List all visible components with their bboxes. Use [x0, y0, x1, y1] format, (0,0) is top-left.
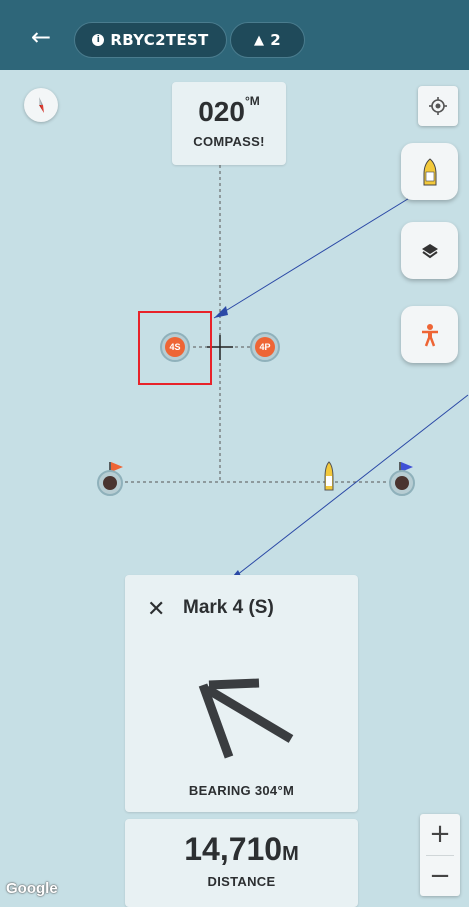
- info-icon: i: [92, 34, 105, 46]
- participants-count: 2: [270, 31, 282, 49]
- people-icon: ▲: [253, 32, 265, 48]
- heading-value: 020°M: [198, 94, 260, 127]
- bearing-label: BEARING 304°M: [188, 783, 295, 798]
- target-navigation-card: ✕ Mark 4 (S) BEARING 304°M: [125, 575, 358, 812]
- person-overboard-icon: [421, 323, 438, 346]
- layers-button[interactable]: [401, 222, 458, 279]
- heading-label: COMPASS!: [193, 134, 265, 149]
- mark-4p-label: 4P: [255, 337, 275, 357]
- target-title: Mark 4 (S): [183, 597, 274, 618]
- annotation-arrow-2: [227, 394, 469, 583]
- mark-4s[interactable]: 4S: [160, 332, 190, 362]
- boat-view-button[interactable]: [401, 143, 458, 200]
- boat-icon: [423, 157, 436, 185]
- close-icon[interactable]: ✕: [147, 597, 167, 622]
- participants-pill[interactable]: ▲ 2: [230, 22, 305, 58]
- compass-needle-icon: [39, 97, 44, 113]
- heading-card: 020°M COMPASS!: [172, 82, 286, 165]
- mark-4p[interactable]: 4P: [250, 332, 280, 362]
- zoom-out-button[interactable]: −: [420, 856, 460, 897]
- top-app-bar: ← i RBYC2TEST ▲ 2: [0, 0, 469, 70]
- start-pin-right[interactable]: [389, 470, 415, 496]
- mark-4s-label: 4S: [165, 337, 185, 357]
- crosshair-location-icon: [429, 97, 447, 115]
- session-pill[interactable]: i RBYC2TEST: [74, 22, 227, 58]
- bearing-arrow-icon: [198, 678, 294, 759]
- my-location-button[interactable]: [418, 86, 458, 126]
- distance-card: 14,710M DISTANCE: [125, 819, 358, 907]
- layers-icon: [421, 243, 438, 258]
- north-compass-button[interactable]: [24, 88, 58, 122]
- back-arrow-icon[interactable]: ←: [26, 22, 56, 52]
- man-overboard-button[interactable]: [401, 306, 458, 363]
- zoom-controls: + −: [420, 814, 460, 896]
- zoom-in-button[interactable]: +: [420, 814, 460, 855]
- session-name: RBYC2TEST: [110, 31, 209, 49]
- map-attribution-logo: Google: [6, 880, 58, 897]
- start-pin-left[interactable]: [97, 470, 123, 496]
- distance-label: DISTANCE: [207, 874, 276, 889]
- distance-value: 14,710M: [184, 831, 299, 867]
- committee-boat-icon: [324, 461, 334, 491]
